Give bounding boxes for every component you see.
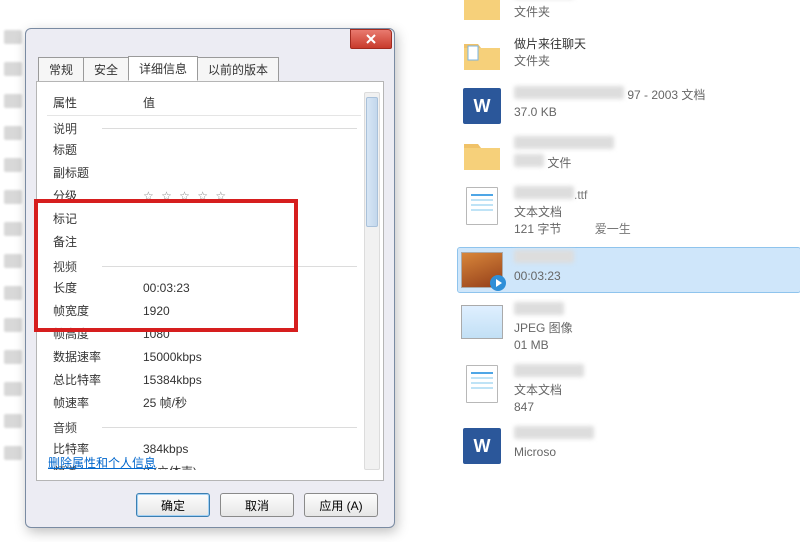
ok-button[interactable]: 确定 — [136, 493, 210, 517]
section-description: 说明 — [47, 116, 361, 139]
file-name: 做片来往聊天 — [514, 37, 586, 51]
prop-totalbitrate-val: 15384kbps — [143, 371, 361, 390]
prop-title-val[interactable] — [143, 141, 361, 160]
prop-length-val: 00:03:23 — [143, 279, 361, 298]
trailing-text: 爱一生 — [595, 222, 631, 236]
word-icon: W — [460, 86, 504, 126]
folder-icon — [460, 0, 504, 26]
prop-frameheight-key: 帧高度 — [53, 325, 143, 344]
section-audio: 音频 — [47, 415, 361, 438]
tab-details[interactable]: 详细信息 — [128, 56, 198, 81]
file-meta2: 121 字节 — [514, 222, 561, 236]
prop-frameheight-val: 1080 — [143, 325, 361, 344]
prop-framewidth-val: 1920 — [143, 302, 361, 321]
image-file-icon — [460, 302, 504, 342]
prop-title-key: 标题 — [53, 141, 143, 160]
prop-channels-val: 2 (立体声) — [143, 463, 361, 470]
folder-icon — [460, 136, 504, 176]
section-video: 视频 — [47, 254, 361, 277]
prop-length-key: 长度 — [53, 279, 143, 298]
list-item[interactable]: W 97 - 2003 文档 37.0 KB — [460, 86, 800, 126]
prop-notes-val[interactable] — [143, 233, 361, 252]
prop-rating-key: 分级 — [53, 187, 143, 206]
file-meta1: 00:03:23 — [514, 269, 561, 283]
explorer-pane: 文件夹 做片来往聊天文件夹 W 97 - 2003 文档 37.0 KB 文件 .… — [420, 0, 800, 542]
prop-audiobitrate-val: 384kbps — [143, 440, 361, 459]
list-item[interactable]: W Microso — [460, 426, 800, 466]
details-panel: 属性 值 说明 标题 副标题 分级☆ ☆ ☆ ☆ ☆ 标记 备注 视频 长度00… — [36, 81, 384, 481]
list-item[interactable]: 文件 — [460, 136, 800, 176]
list-item[interactable]: JPEG 图像 01 MB — [460, 302, 800, 354]
scrollbar[interactable] — [364, 92, 380, 470]
prop-notes-key: 备注 — [53, 233, 143, 252]
prop-framerate-val: 25 帧/秒 — [143, 394, 361, 413]
tab-security[interactable]: 安全 — [83, 57, 129, 81]
file-ext: .ttf — [574, 188, 587, 202]
prop-rating-val[interactable]: ☆ ☆ ☆ ☆ ☆ — [143, 187, 361, 206]
video-file-icon — [460, 250, 504, 290]
cancel-button[interactable]: 取消 — [220, 493, 294, 517]
header-attribute: 属性 — [53, 94, 143, 111]
file-meta1: 文本文档 — [514, 383, 562, 397]
file-meta1: JPEG 图像 — [514, 321, 573, 335]
file-subtitle: 文件夹 — [514, 54, 550, 68]
file-meta2: 文件 — [547, 156, 571, 170]
prop-datarate-key: 数据速率 — [53, 348, 143, 367]
tab-general[interactable]: 常规 — [38, 57, 84, 81]
close-button[interactable] — [350, 29, 392, 49]
list-item[interactable]: 做片来往聊天文件夹 — [460, 36, 800, 76]
prop-subtitle-val[interactable] — [143, 164, 361, 183]
close-icon — [365, 33, 377, 45]
dialog-buttons: 确定 取消 应用 (A) — [26, 493, 394, 517]
folder-icon — [460, 36, 504, 76]
prop-tags-val[interactable] — [143, 210, 361, 229]
list-item[interactable]: .ttf 文本文档 121 字节 爱一生 — [460, 186, 800, 238]
properties-dialog: 常规 安全 详细信息 以前的版本 属性 值 说明 标题 副标题 分级☆ ☆ ☆ … — [25, 28, 395, 528]
remove-properties-link[interactable]: 删除属性和个人信息 — [48, 454, 156, 471]
prop-subtitle-key: 副标题 — [53, 164, 143, 183]
prop-datarate-val: 15000kbps — [143, 348, 361, 367]
titlebar — [26, 29, 394, 57]
text-file-icon — [460, 186, 504, 226]
prop-framerate-key: 帧速率 — [53, 394, 143, 413]
file-meta2: 01 MB — [514, 338, 549, 352]
file-meta2: 847 — [514, 400, 534, 414]
word-icon: W — [460, 426, 504, 466]
list-item[interactable]: 文件夹 — [460, 0, 800, 26]
scrollbar-thumb[interactable] — [366, 97, 378, 227]
list-item-selected[interactable]: 00:03:23 — [458, 248, 800, 292]
tab-strip: 常规 安全 详细信息 以前的版本 — [26, 57, 394, 81]
file-meta1: 文本文档 — [514, 205, 562, 219]
prop-tags-key: 标记 — [53, 210, 143, 229]
apply-button[interactable]: 应用 (A) — [304, 493, 378, 517]
text-file-icon — [460, 364, 504, 404]
tab-previous-versions[interactable]: 以前的版本 — [197, 57, 279, 81]
prop-totalbitrate-key: 总比特率 — [53, 371, 143, 390]
column-headers: 属性 值 — [47, 92, 361, 116]
header-value: 值 — [143, 94, 155, 111]
file-subtitle: 文件夹 — [514, 5, 550, 19]
file-meta2: 37.0 KB — [514, 105, 557, 119]
prop-framewidth-key: 帧宽度 — [53, 302, 143, 321]
list-item[interactable]: 文本文档 847 — [460, 364, 800, 416]
file-meta1: Microso — [514, 445, 556, 459]
file-meta1: 97 - 2003 文档 — [627, 88, 705, 102]
details-list: 属性 值 说明 标题 副标题 分级☆ ☆ ☆ ☆ ☆ 标记 备注 视频 长度00… — [47, 92, 361, 470]
